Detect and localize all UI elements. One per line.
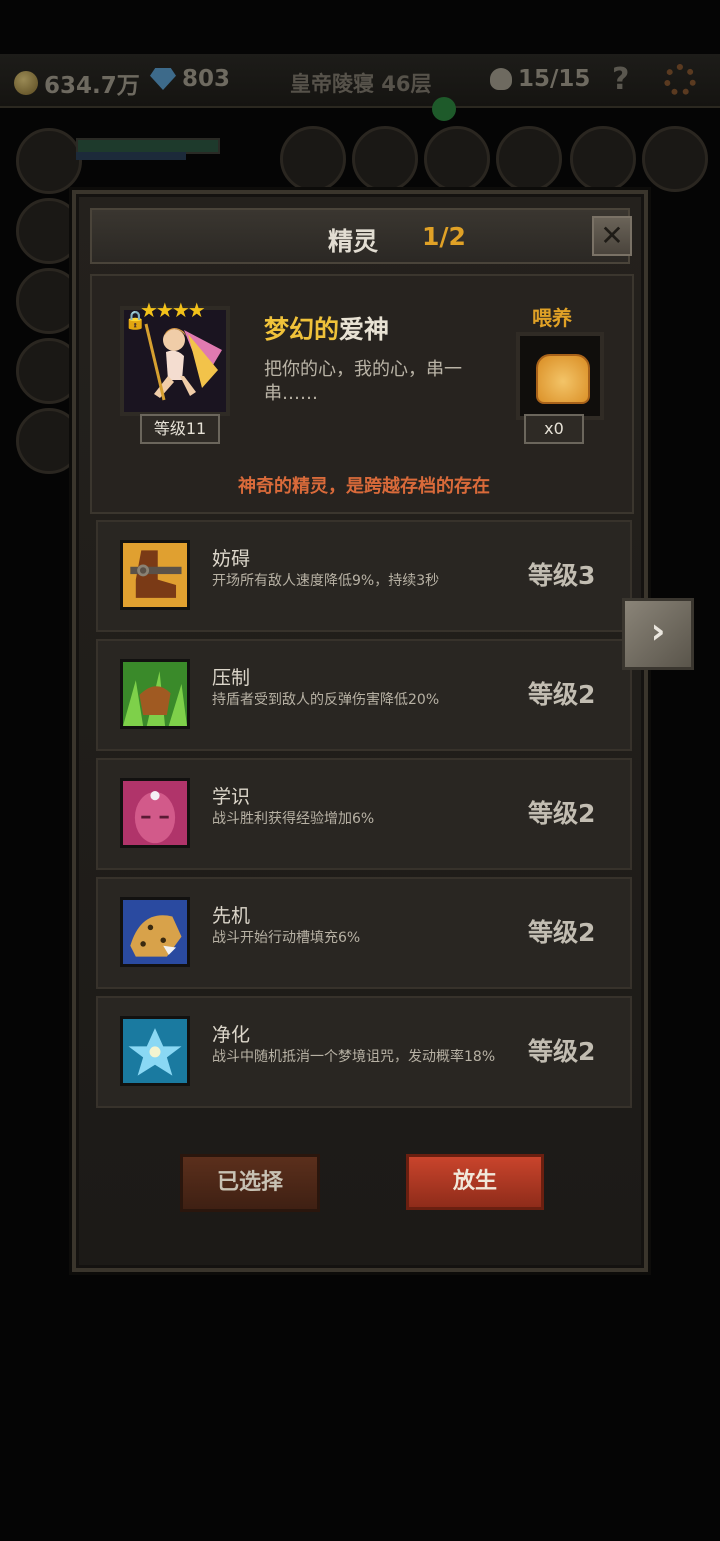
skill-description: 持盾者受到敌人的反弹伤害降低20%: [212, 692, 440, 708]
gem-counter: 803: [150, 66, 230, 92]
skill-row[interactable]: 先机 战斗开始行动槽填充6% 等级2: [96, 877, 632, 989]
item-slot-2: [352, 126, 418, 192]
kill-counter: 15/15: [490, 66, 590, 92]
spirit-panel: 精灵 1/2 ✕ ★★★★ 🔒 等级11 梦幻的爱神 把你的心，我的心，串一串……: [72, 190, 648, 1272]
spirit-info-box: ★★★★ 🔒 等级11 梦幻的爱神 把你的心，我的心，串一串…… 喂养 x0 神…: [90, 274, 634, 514]
skill-description: 战斗中随机抵消一个梦境诅咒，发动概率18%: [212, 1049, 496, 1065]
skill-name: 妨碍: [212, 548, 251, 570]
skill-description: 战斗开始行动槽填充6%: [212, 930, 361, 946]
skill-name: 压制: [212, 667, 251, 689]
shackled-boot-icon: [120, 540, 190, 610]
spirit-name-suffix: 爱神: [339, 315, 390, 344]
skill-level: 等级2: [528, 799, 596, 828]
settings-gear-icon[interactable]: [664, 64, 696, 96]
skill-description: 战斗胜利获得经验增加6%: [212, 811, 375, 827]
spirit-description: 把你的心，我的心，串一串……: [264, 359, 462, 404]
item-slot-4: [496, 126, 562, 192]
grass-claw-icon: [120, 659, 190, 729]
top-resource-bar: 634.7万 803 皇帝陵寝 46层 15/15 ?: [0, 54, 720, 108]
hero-avatar-1: [16, 128, 82, 194]
item-slot-3: [424, 126, 490, 192]
gold-amount: 634.7万: [44, 73, 140, 99]
dungeon-floor-label: 皇帝陵寝 46层: [290, 72, 432, 96]
item-slot-6: [642, 126, 708, 192]
skill-level: 等级2: [528, 680, 596, 709]
spirit-name-prefix: 梦幻的: [264, 315, 340, 344]
skill-row[interactable]: 净化 战斗中随机抵消一个梦境诅咒，发动概率18% 等级2: [96, 996, 632, 1108]
spirit-level-tag: 等级11: [140, 414, 220, 444]
spirit-name: 梦幻的爱神: [264, 310, 389, 346]
skill-row[interactable]: 压制 持盾者受到敌人的反弹伤害降低20% 等级2: [96, 639, 632, 751]
skill-row[interactable]: 妨碍 开场所有敌人速度降低9%，持续3秒 等级3: [96, 520, 632, 632]
skill-name: 学识: [212, 786, 251, 808]
gold-counter: 634.7万: [14, 66, 140, 100]
third-eye-face-icon: [120, 778, 190, 848]
skill-description: 开场所有敌人速度降低9%，持续3秒: [212, 573, 440, 589]
release-button[interactable]: 放生: [406, 1154, 544, 1210]
gold-coin-icon: [14, 71, 38, 95]
hero-mana-bar: [76, 152, 186, 160]
kill-count: 15/15: [518, 66, 591, 92]
skill-level: 等级3: [528, 561, 596, 590]
panel-title: 精灵: [328, 227, 379, 256]
leopard-icon: [120, 897, 190, 967]
notification-dot: [432, 97, 456, 121]
feed-label: 喂养: [532, 306, 572, 330]
close-button[interactable]: ✕: [592, 216, 632, 256]
star-rating: ★★★★: [140, 298, 206, 322]
skill-name: 净化: [212, 1024, 251, 1046]
feed-item-count: x0: [524, 414, 584, 444]
skull-icon: [490, 68, 512, 90]
skill-name: 先机: [212, 905, 251, 927]
item-slot-1: [280, 126, 346, 192]
lock-icon[interactable]: 🔒: [124, 310, 146, 331]
gem-amount: 803: [182, 66, 231, 92]
spirit-tagline: 神奇的精灵，是跨越存档的存在: [238, 476, 490, 497]
selected-button[interactable]: 已选择: [180, 1154, 320, 1212]
panel-title-bar: 精灵 1/2 ✕: [90, 208, 632, 264]
blue-flower-icon: [120, 1016, 190, 1086]
page-indicator: 1/2: [422, 222, 466, 251]
diamond-icon: [150, 68, 176, 90]
next-page-button[interactable]: ›: [622, 598, 694, 670]
help-button[interactable]: ?: [612, 62, 629, 97]
feed-button[interactable]: [516, 332, 604, 420]
skill-row[interactable]: 学识 战斗胜利获得经验增加6% 等级2: [96, 758, 632, 870]
skill-level: 等级2: [528, 918, 596, 947]
item-slot-5: [570, 126, 636, 192]
bread-icon: [536, 354, 590, 404]
skill-level: 等级2: [528, 1037, 596, 1066]
